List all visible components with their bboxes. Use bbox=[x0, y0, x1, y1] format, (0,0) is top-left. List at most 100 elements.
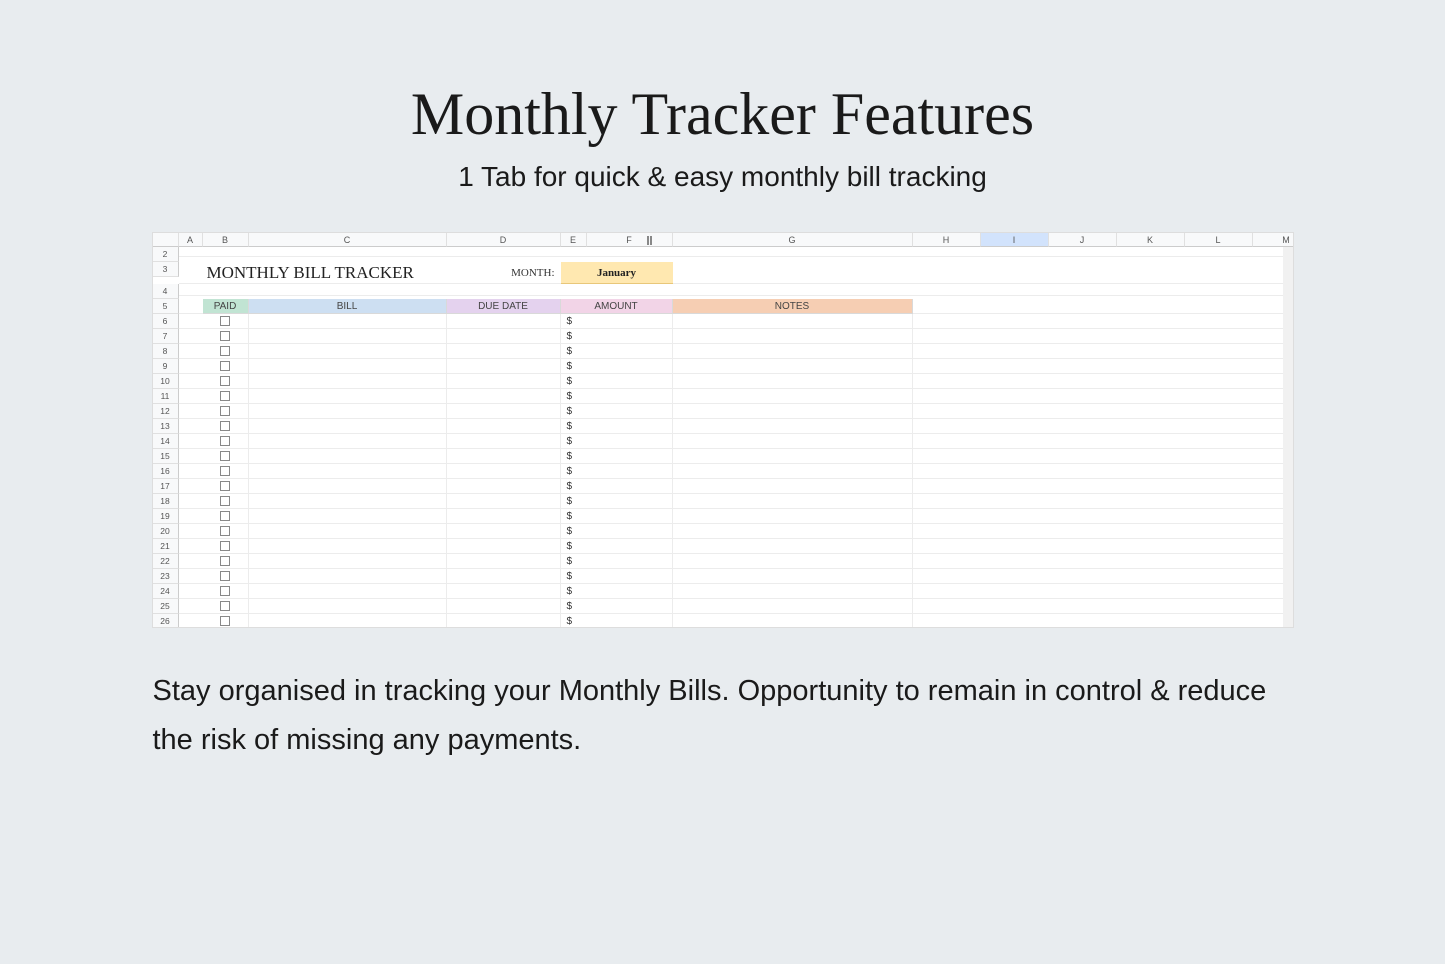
cell[interactable] bbox=[981, 404, 1049, 419]
corner-cell[interactable] bbox=[153, 233, 179, 247]
amount-cell[interactable]: $ bbox=[561, 539, 673, 554]
notes-cell[interactable] bbox=[673, 494, 913, 509]
cell[interactable] bbox=[1049, 389, 1117, 404]
cell[interactable] bbox=[1117, 359, 1185, 374]
cell[interactable] bbox=[913, 494, 981, 509]
cell[interactable] bbox=[1185, 509, 1253, 524]
column-header-E[interactable]: E bbox=[561, 233, 587, 247]
amount-cell[interactable]: $ bbox=[561, 329, 673, 344]
paid-checkbox[interactable] bbox=[220, 526, 230, 536]
notes-cell[interactable] bbox=[673, 569, 913, 584]
cell[interactable] bbox=[1185, 419, 1253, 434]
column-header-G[interactable]: G bbox=[673, 233, 913, 247]
cell[interactable] bbox=[1185, 554, 1253, 569]
notes-cell[interactable] bbox=[673, 329, 913, 344]
amount-cell[interactable]: $ bbox=[561, 569, 673, 584]
cell[interactable] bbox=[1117, 569, 1185, 584]
cell[interactable] bbox=[447, 247, 561, 257]
bill-cell[interactable] bbox=[249, 329, 447, 344]
paid-cell[interactable] bbox=[203, 539, 249, 554]
notes-cell[interactable] bbox=[673, 389, 913, 404]
amount-cell[interactable]: $ bbox=[561, 404, 673, 419]
due-date-cell[interactable] bbox=[447, 479, 561, 494]
amount-cell[interactable]: $ bbox=[561, 524, 673, 539]
paid-cell[interactable] bbox=[203, 344, 249, 359]
bill-cell[interactable] bbox=[249, 509, 447, 524]
due-date-cell[interactable] bbox=[447, 554, 561, 569]
notes-cell[interactable] bbox=[673, 614, 913, 627]
cell[interactable] bbox=[1049, 614, 1117, 627]
cell[interactable] bbox=[913, 479, 981, 494]
cell[interactable] bbox=[1117, 344, 1185, 359]
row-header-22[interactable]: 22 bbox=[153, 554, 179, 569]
cell[interactable] bbox=[913, 599, 981, 614]
cell[interactable] bbox=[1117, 509, 1185, 524]
cell[interactable] bbox=[179, 389, 203, 404]
cell[interactable] bbox=[981, 554, 1049, 569]
bill-cell[interactable] bbox=[249, 554, 447, 569]
cell[interactable] bbox=[913, 434, 981, 449]
amount-cell[interactable]: $ bbox=[561, 389, 673, 404]
notes-cell[interactable] bbox=[673, 359, 913, 374]
amount-cell[interactable]: $ bbox=[561, 509, 673, 524]
bill-cell[interactable] bbox=[249, 584, 447, 599]
bill-cell[interactable] bbox=[249, 569, 447, 584]
cell[interactable] bbox=[1049, 344, 1117, 359]
bill-cell[interactable] bbox=[249, 539, 447, 554]
cell[interactable] bbox=[179, 494, 203, 509]
cell[interactable] bbox=[673, 284, 913, 296]
cell[interactable] bbox=[1185, 449, 1253, 464]
cell[interactable] bbox=[179, 284, 203, 296]
paid-checkbox[interactable] bbox=[220, 616, 230, 626]
cell[interactable] bbox=[447, 284, 561, 296]
cell[interactable] bbox=[1049, 554, 1117, 569]
bill-cell[interactable] bbox=[249, 599, 447, 614]
paid-cell[interactable] bbox=[203, 374, 249, 389]
cell[interactable] bbox=[1049, 299, 1117, 314]
cell[interactable] bbox=[1049, 359, 1117, 374]
due-date-cell[interactable] bbox=[447, 599, 561, 614]
due-date-cell[interactable] bbox=[447, 434, 561, 449]
row-header-13[interactable]: 13 bbox=[153, 419, 179, 434]
cell[interactable] bbox=[913, 262, 981, 284]
cell[interactable] bbox=[1117, 464, 1185, 479]
paid-cell[interactable] bbox=[203, 599, 249, 614]
cell[interactable] bbox=[179, 419, 203, 434]
cell[interactable] bbox=[1185, 539, 1253, 554]
cell[interactable] bbox=[1117, 599, 1185, 614]
cell[interactable] bbox=[1049, 494, 1117, 509]
cell[interactable] bbox=[1049, 524, 1117, 539]
cell[interactable] bbox=[179, 554, 203, 569]
cell[interactable] bbox=[981, 344, 1049, 359]
amount-cell[interactable]: $ bbox=[561, 434, 673, 449]
cell[interactable] bbox=[1117, 524, 1185, 539]
notes-cell[interactable] bbox=[673, 404, 913, 419]
cell[interactable] bbox=[673, 262, 913, 284]
paid-checkbox[interactable] bbox=[220, 391, 230, 401]
cell[interactable] bbox=[1117, 479, 1185, 494]
cell[interactable] bbox=[913, 449, 981, 464]
cell[interactable] bbox=[1049, 262, 1117, 284]
cell[interactable] bbox=[981, 614, 1049, 627]
paid-checkbox[interactable] bbox=[220, 541, 230, 551]
cell[interactable] bbox=[1185, 299, 1253, 314]
cell[interactable] bbox=[1049, 569, 1117, 584]
cell[interactable] bbox=[981, 599, 1049, 614]
cell[interactable] bbox=[179, 539, 203, 554]
row-header-18[interactable]: 18 bbox=[153, 494, 179, 509]
column-resize-handle[interactable] bbox=[647, 233, 652, 247]
cell[interactable] bbox=[981, 479, 1049, 494]
amount-cell[interactable]: $ bbox=[561, 314, 673, 329]
cell[interactable] bbox=[587, 247, 673, 257]
cell[interactable] bbox=[981, 262, 1049, 284]
cell[interactable] bbox=[1185, 404, 1253, 419]
cell[interactable] bbox=[1185, 314, 1253, 329]
bill-cell[interactable] bbox=[249, 404, 447, 419]
cell[interactable] bbox=[1117, 539, 1185, 554]
cell[interactable] bbox=[1185, 599, 1253, 614]
row-header-7[interactable]: 7 bbox=[153, 329, 179, 344]
paid-cell[interactable] bbox=[203, 524, 249, 539]
row-header-14[interactable]: 14 bbox=[153, 434, 179, 449]
cell[interactable] bbox=[249, 247, 447, 257]
due-date-cell[interactable] bbox=[447, 404, 561, 419]
